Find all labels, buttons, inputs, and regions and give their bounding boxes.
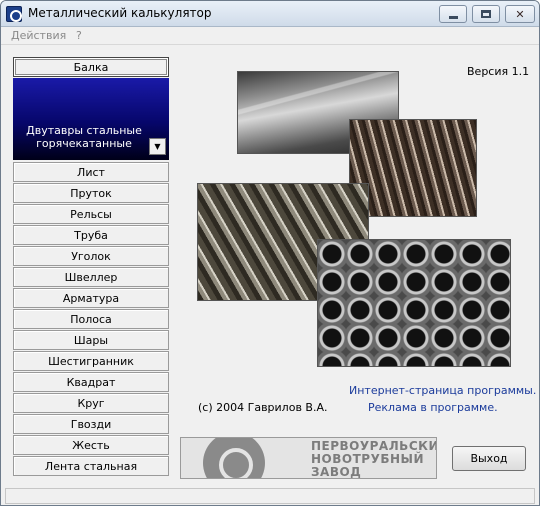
program-ads-link[interactable]: Реклама в программе. xyxy=(368,401,498,414)
close-button[interactable]: ✕ xyxy=(505,5,535,23)
close-icon: ✕ xyxy=(515,7,525,21)
sponsor-banner[interactable]: ПЕРВОУРАЛЬСКИЙ НОВОТРУБНЫЙ ЗАВОД xyxy=(180,437,437,479)
subtype-panel: Двутавры стальные горячекатанные ▼ xyxy=(13,78,169,160)
category-button[interactable]: Квадрат xyxy=(13,372,169,392)
minimize-button[interactable] xyxy=(439,5,467,23)
steel-pipes-photo xyxy=(317,239,511,367)
program-website-link[interactable]: Интернет-страница программы. xyxy=(349,384,536,397)
category-button[interactable]: Полоса xyxy=(13,309,169,329)
version-label: Версия 1.1 xyxy=(467,65,530,78)
subtype-selected-label: Двутавры стальные горячекатанные xyxy=(26,124,142,150)
banner-line-3: ЗАВОД xyxy=(311,465,362,479)
category-button[interactable]: Пруток xyxy=(13,183,169,203)
category-button[interactable]: Рельсы xyxy=(13,204,169,224)
category-button[interactable]: Арматура xyxy=(13,288,169,308)
category-button[interactable]: Гвозди xyxy=(13,414,169,434)
pipe-plant-logo-icon xyxy=(203,438,265,478)
app-icon xyxy=(6,6,22,22)
maximize-button[interactable] xyxy=(472,5,500,23)
copyright-label: (c) 2004 Гаврилов В.А. xyxy=(198,401,328,414)
category-button[interactable]: Жесть xyxy=(13,435,169,455)
category-button[interactable]: Шары xyxy=(13,330,169,350)
status-bar xyxy=(5,488,535,504)
category-button[interactable]: Круг xyxy=(13,393,169,413)
category-button[interactable]: Лист xyxy=(13,162,169,182)
category-button[interactable]: Уголок xyxy=(13,246,169,266)
menu-actions[interactable]: Действия xyxy=(11,29,66,42)
subtype-dropdown-button[interactable]: ▼ xyxy=(149,138,166,155)
menu-help[interactable]: ? xyxy=(76,29,82,42)
banner-line-2: НОВОТРУБНЫЙ xyxy=(311,452,424,466)
chevron-down-icon: ▼ xyxy=(154,142,161,151)
category-button-beam[interactable]: Балка xyxy=(13,57,169,77)
exit-button[interactable]: Выход xyxy=(452,446,526,471)
maximize-icon xyxy=(481,10,491,18)
category-button[interactable]: Лента стальная xyxy=(13,456,169,476)
category-button[interactable]: Шестигранник xyxy=(13,351,169,371)
window-title: Металлический калькулятор xyxy=(28,6,212,20)
app-window: Металлический калькулятор ✕ Действия ? Б… xyxy=(0,0,540,506)
menu-bar: Действия ? xyxy=(1,27,539,45)
minimize-icon xyxy=(448,15,458,19)
title-bar[interactable]: Металлический калькулятор ✕ xyxy=(1,1,539,27)
banner-line-1: ПЕРВОУРАЛЬСКИЙ xyxy=(311,439,437,453)
category-button[interactable]: Швеллер xyxy=(13,267,169,287)
category-button[interactable]: Труба xyxy=(13,225,169,245)
